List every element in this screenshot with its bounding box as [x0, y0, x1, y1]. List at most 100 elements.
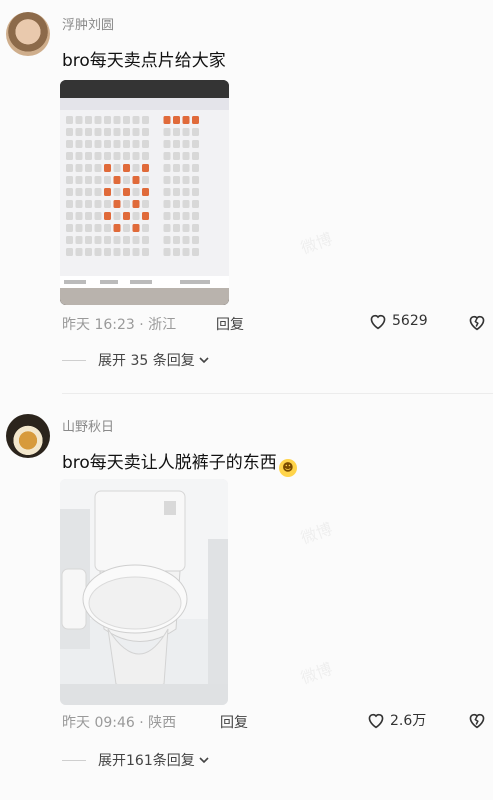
like-button[interactable]: 5629 — [368, 312, 428, 330]
avatar[interactable] — [6, 12, 50, 56]
seat-cell — [66, 188, 73, 196]
seat-cell — [94, 140, 102, 148]
seat-cell — [75, 164, 83, 172]
seat-cell — [132, 176, 140, 184]
seat-cell — [182, 164, 190, 172]
seat-cell — [66, 200, 73, 208]
heart-outline-icon — [368, 713, 384, 729]
seat-cell — [104, 128, 111, 136]
seat-cell — [94, 212, 102, 220]
seat-cell — [142, 200, 149, 208]
username[interactable]: 浮肿刘圆 — [62, 14, 114, 33]
seat-cell — [113, 248, 121, 256]
seat-cell — [173, 176, 180, 184]
seat-cell — [192, 140, 199, 148]
seat-cell — [123, 248, 130, 256]
seat-cell — [173, 236, 180, 244]
seat-cell — [85, 236, 92, 244]
seat-cell — [104, 224, 111, 232]
comment-item: 浮肿刘圆 bro每天卖点片给大家 昨天 16:23 · 浙江 回复 5629 展… — [0, 0, 493, 395]
seat-cell — [142, 224, 149, 232]
broken-heart-icon[interactable] — [467, 313, 487, 331]
seat-cell — [142, 116, 149, 124]
seat-cell — [163, 128, 171, 136]
seat-cell — [182, 236, 190, 244]
seat-cell — [192, 116, 199, 124]
seat-cell — [104, 248, 111, 256]
heart-outline-icon — [370, 314, 386, 330]
seat-cell — [75, 176, 83, 184]
seat-cell — [113, 236, 121, 244]
seat-cell — [192, 152, 199, 160]
reply-button[interactable]: 回复 — [220, 712, 248, 732]
seat-cell — [163, 116, 171, 124]
seat-cell — [85, 116, 92, 124]
seat-cell — [94, 164, 102, 172]
seat-cell — [142, 128, 149, 136]
seat-cell — [123, 236, 130, 244]
seat-cell — [173, 224, 180, 232]
seat-cell — [113, 116, 121, 124]
seat-cell — [192, 128, 199, 136]
seat-cell — [132, 188, 140, 196]
seat-cell — [94, 236, 102, 244]
seat-cell — [163, 176, 171, 184]
expand-replies-button[interactable]: 展开 35 条回复 — [62, 350, 210, 370]
seat-cell — [94, 176, 102, 184]
seat-cell — [104, 116, 111, 124]
seat-cell — [123, 164, 130, 172]
divider — [62, 759, 86, 761]
seat-cell — [173, 128, 180, 136]
username[interactable]: 山野秋日 — [62, 416, 114, 435]
seat-cell — [163, 212, 171, 220]
seat-cell — [182, 200, 190, 208]
avatar[interactable] — [6, 414, 50, 458]
seat-cell — [94, 152, 102, 160]
seat-cell — [173, 188, 180, 196]
comment-image[interactable] — [60, 80, 229, 305]
seat-cell — [85, 176, 92, 184]
broken-heart-icon[interactable] — [467, 711, 487, 729]
seat-cell — [85, 224, 92, 232]
seat-cell — [132, 152, 140, 160]
seat-cell — [104, 200, 111, 208]
seat-cell — [123, 128, 130, 136]
expand-replies-button[interactable]: 展开161条回复 — [62, 750, 210, 770]
seat-cell — [94, 200, 102, 208]
seat-cell — [75, 116, 83, 124]
seat-cell — [182, 212, 190, 220]
seat-cell — [192, 164, 199, 172]
seat-cell — [192, 236, 199, 244]
comment-text-body: bro每天卖让人脱裤子的东西 — [62, 453, 277, 473]
seat-cell — [123, 152, 130, 160]
seat-cell — [132, 164, 140, 172]
seat-cell — [142, 176, 149, 184]
seat-cell — [75, 128, 83, 136]
seat-cell — [75, 236, 83, 244]
seat-cell — [192, 200, 199, 208]
seat-cell — [104, 212, 111, 220]
seat-cell — [104, 176, 111, 184]
seat-cell — [123, 200, 130, 208]
seat-cell — [75, 200, 83, 208]
seat-cell — [85, 200, 92, 208]
seat-cell — [75, 140, 83, 148]
expand-replies-label: 展开 35 条回复 — [98, 353, 195, 369]
seat-cell — [104, 188, 111, 196]
seat-cell — [66, 176, 73, 184]
seat-cell — [113, 164, 121, 172]
grin-emoji-icon: ☻ — [278, 459, 297, 477]
seat-cell — [104, 140, 111, 148]
seat-cell — [132, 140, 140, 148]
reply-button[interactable]: 回复 — [216, 314, 244, 334]
chevron-down-icon — [199, 757, 209, 764]
seat-cell — [75, 212, 83, 220]
seat-cell — [132, 248, 140, 256]
seat-cell — [113, 152, 121, 160]
seat-cell — [132, 212, 140, 220]
seat-cell — [113, 212, 121, 220]
like-button[interactable]: 2.6万 — [366, 710, 426, 730]
comment-image[interactable] — [60, 479, 228, 705]
seat-cell — [182, 248, 190, 256]
seat-cell — [142, 188, 149, 196]
